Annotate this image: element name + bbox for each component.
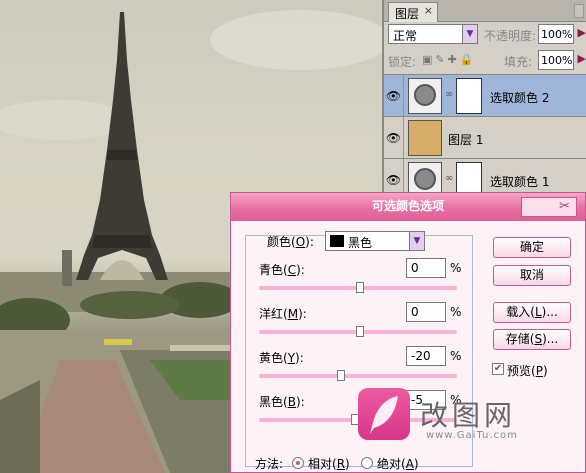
ok-button[interactable]: 确定: [493, 237, 571, 258]
blend-mode-value: 正常: [393, 29, 418, 43]
color-select-value: 黑色: [348, 236, 373, 250]
close-button[interactable]: ✂: [521, 197, 577, 217]
percent-label: %: [450, 305, 462, 319]
cyan-input[interactable]: 0: [406, 258, 446, 278]
blend-row: 正常 ▼ 不透明度: 100% ▶: [388, 24, 586, 46]
fill-label: 填充:: [504, 55, 533, 69]
save-button[interactable]: 存储(S)...: [493, 329, 571, 350]
cancel-button[interactable]: 取消: [493, 265, 571, 286]
chevron-down-icon: ▼: [462, 25, 477, 43]
arrow-right-icon[interactable]: ▶: [578, 26, 586, 39]
absolute-radio[interactable]: [361, 457, 373, 469]
layers-tabbar: 图层 ×: [384, 0, 586, 22]
cyan-label: 青色(C):: [259, 263, 305, 277]
preview-label: 预览(P): [507, 364, 548, 378]
layer-row-selective-color-2[interactable]: 👁 ∞ 选取颜色 2: [384, 74, 586, 117]
dialog-title: 可选颜色选项: [371, 199, 444, 213]
adjustment-layer-icon: [408, 78, 442, 114]
close-icon[interactable]: ×: [424, 4, 433, 17]
eye-icon[interactable]: 👁: [384, 117, 404, 159]
yellow-input[interactable]: -20: [406, 346, 446, 366]
yellow-slider-thumb[interactable]: [337, 370, 345, 381]
chevron-down-icon: ▼: [409, 232, 424, 250]
blend-mode-select[interactable]: 正常 ▼: [388, 24, 478, 44]
layers-panel: 图层 × 正常 ▼ 不透明度: 100% ▶ 锁定: ▣✎✚🔒 填充: 100%…: [382, 0, 586, 201]
link-icon: ∞: [445, 173, 454, 184]
percent-label: %: [450, 261, 462, 275]
magenta-slider-thumb[interactable]: [356, 326, 364, 337]
tab-layers[interactable]: 图层 ×: [388, 2, 438, 22]
absolute-label: 绝对(A): [377, 457, 419, 471]
eye-icon[interactable]: 👁: [384, 75, 404, 117]
opacity-label: 不透明度:: [484, 29, 537, 43]
watermark-url: www.GaiTu.com: [426, 430, 518, 441]
layer-name: 选取颜色 1: [490, 175, 550, 189]
layer-row-layer-1[interactable]: 👁 图层 1: [384, 116, 586, 159]
color-select[interactable]: 黑色 ▼: [325, 231, 425, 251]
layer-name: 选取颜色 2: [490, 91, 550, 105]
yellow-label: 黄色(Y):: [259, 351, 304, 365]
relative-radio[interactable]: [292, 457, 304, 469]
load-button[interactable]: 载入(L)...: [493, 302, 571, 323]
dialog-titlebar[interactable]: 可选颜色选项 ✂: [231, 193, 585, 221]
magenta-label: 洋红(M):: [259, 307, 307, 321]
preview-checkbox[interactable]: ✔: [492, 363, 504, 375]
lock-icons[interactable]: ▣✎✚🔒: [422, 53, 477, 66]
tab-layers-label: 图层: [395, 7, 420, 21]
black-label: 黑色(B):: [259, 395, 305, 409]
layer-mask-thumbnail[interactable]: [456, 78, 482, 114]
opacity-input[interactable]: 100%: [538, 24, 574, 44]
magenta-input[interactable]: 0: [406, 302, 446, 322]
color-label: 颜色(O):: [267, 235, 314, 249]
relative-label: 相对(R): [308, 457, 350, 471]
panel-menu-button[interactable]: [574, 4, 584, 18]
cyan-slider-thumb[interactable]: [356, 282, 364, 293]
arrow-right-icon[interactable]: ▶: [578, 52, 586, 65]
layer-thumbnail: [408, 120, 442, 156]
watermark-text: 改图网: [420, 399, 517, 432]
percent-label: %: [450, 349, 462, 363]
link-icon: ∞: [445, 89, 454, 100]
feather-logo-icon: [358, 388, 410, 440]
color-swatch: [330, 235, 344, 247]
layer-name: 图层 1: [448, 133, 484, 147]
lock-label: 锁定:: [388, 55, 417, 69]
yellow-slider-track[interactable]: [259, 374, 457, 378]
method-label: 方法:: [255, 457, 284, 471]
lock-row: 锁定: ▣✎✚🔒 填充: 100% ▶: [388, 50, 586, 72]
fill-input[interactable]: 100%: [538, 50, 574, 70]
